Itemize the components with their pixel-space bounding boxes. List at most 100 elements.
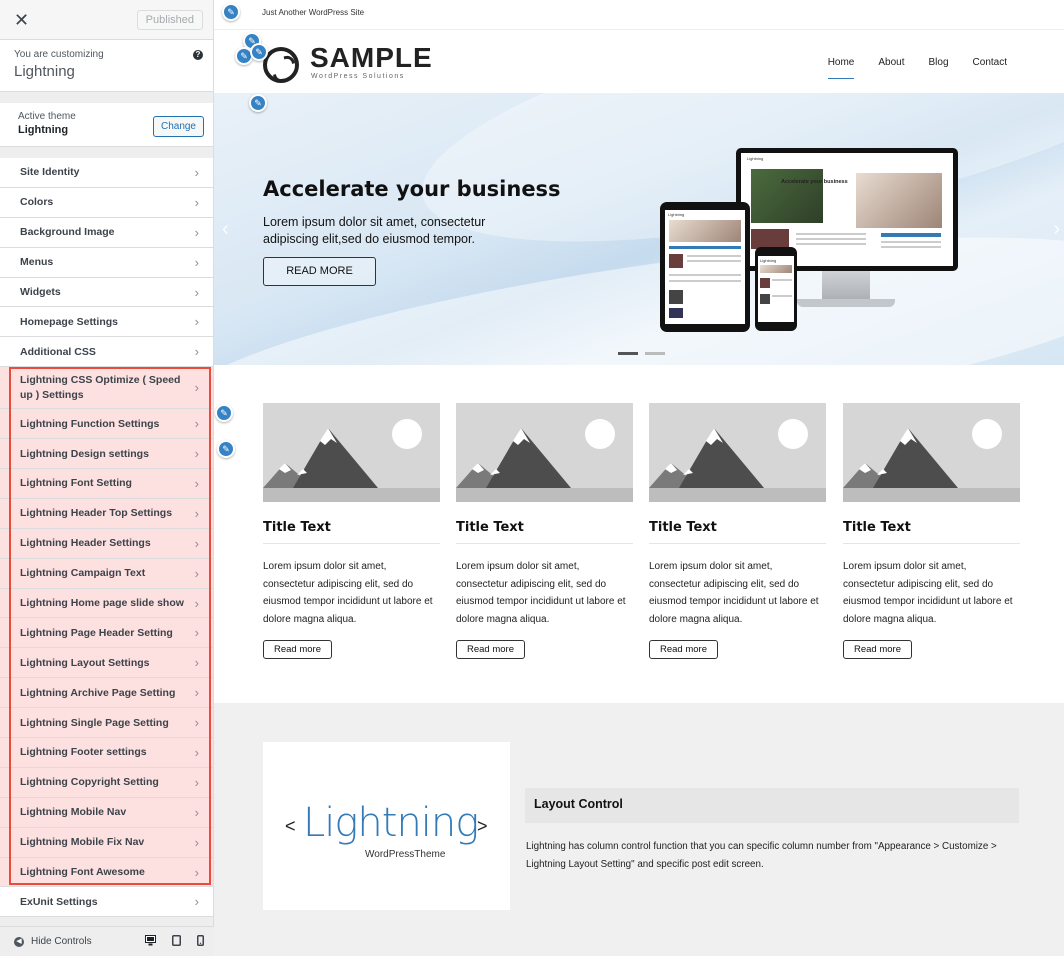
sidebar-panel-item[interactable]: Lightning Mobile Fix Nav › xyxy=(0,827,213,858)
sidebar-panel-label: Lightning Archive Page Setting xyxy=(20,686,176,699)
sidebar-panel-item[interactable]: Homepage Settings › xyxy=(0,307,213,338)
sidebar-panel-item[interactable]: Lightning Single Page Setting › xyxy=(0,708,213,739)
content-card: Title Text Lorem ipsum dolor sit amet, co… xyxy=(263,403,440,659)
customizing-theme: Lightning xyxy=(14,63,75,80)
lightning-logo-sub: WordPressTheme xyxy=(365,849,446,860)
slider-next-icon[interactable]: › xyxy=(1053,218,1060,241)
sidebar-panel-label: Background Image xyxy=(20,226,115,239)
lightning-logo-box: < Lightning > WordPressTheme xyxy=(263,742,510,910)
hero-read-more-button[interactable]: READ MORE xyxy=(263,257,376,286)
sidebar-panel-label: Lightning Header Top Settings xyxy=(20,507,173,520)
card-text: Lorem ipsum dolor sit amet, consectetur … xyxy=(843,561,1013,625)
placeholder-image xyxy=(456,403,633,502)
sidebar-panel-label: Additional CSS xyxy=(20,345,96,358)
monitor-screen-header: Lightning xyxy=(747,156,764,161)
chevron-right-icon: › xyxy=(194,565,199,581)
content-card: Title Text Lorem ipsum dolor sit amet, co… xyxy=(456,403,633,659)
chevron-right-icon: › xyxy=(194,864,199,880)
chevron-right-icon: › xyxy=(194,535,199,551)
card-read-more-button[interactable]: Read more xyxy=(456,640,525,659)
edit-shortcut-icon[interactable]: ✎ xyxy=(222,3,240,21)
edit-shortcut-icon[interactable]: ✎ xyxy=(217,440,235,458)
sidebar-panel-item[interactable]: Widgets › xyxy=(0,277,213,308)
layout-control-section: < Lightning > WordPressTheme Layout Cont… xyxy=(214,703,1064,956)
card-text: Lorem ipsum dolor sit amet, consectetur … xyxy=(263,561,433,625)
sidebar-panel-label: Lightning Copyright Setting xyxy=(20,776,159,789)
slide-indicator-1[interactable] xyxy=(618,352,638,355)
sidebar-panel-item[interactable]: Lightning Mobile Nav › xyxy=(0,797,213,828)
chevron-right-icon: › xyxy=(194,625,199,641)
slide-indicator-2[interactable] xyxy=(645,352,665,355)
logo-text[interactable]: SAMPLE xyxy=(310,42,433,74)
content-card: Title Text Lorem ipsum dolor sit amet, co… xyxy=(649,403,826,659)
sidebar-panel-label: Lightning Header Settings xyxy=(20,537,151,550)
sidebar-panel-item[interactable]: Lightning Campaign Text › xyxy=(0,558,213,589)
sidebar-panel-item[interactable]: Site Identity › xyxy=(0,158,213,188)
slider-prev-icon[interactable]: ‹ xyxy=(222,218,229,241)
card-read-more-button[interactable]: Read more xyxy=(263,640,332,659)
sidebar-panel-item[interactable]: Lightning Header Top Settings › xyxy=(0,498,213,529)
sidebar-panel-item[interactable]: Additional CSS › xyxy=(0,337,213,368)
sidebar-panel-label: Menus xyxy=(20,256,54,269)
sidebar-panel-label: Lightning Font Awesome xyxy=(20,866,145,879)
sidebar-panel-item[interactable]: Lightning Header Settings › xyxy=(0,528,213,559)
chevron-right-icon: › xyxy=(194,505,199,521)
chevron-right-icon: › xyxy=(194,655,199,671)
sidebar-panel-label: Lightning Single Page Setting xyxy=(20,716,169,729)
edit-shortcut-icon[interactable]: ✎ xyxy=(215,404,233,422)
sidebar-panel-label: Lightning Layout Settings xyxy=(20,656,150,669)
sidebar-header: ✕ Published xyxy=(0,0,213,40)
tablet-preview-icon[interactable] xyxy=(172,934,181,949)
customizer-sidebar: ✕ Published You are customizing Lightnin… xyxy=(0,0,214,956)
card-read-more-button[interactable]: Read more xyxy=(843,640,912,659)
edit-shortcut-icon[interactable]: ✎ xyxy=(249,94,267,112)
chevron-right-icon: › xyxy=(194,595,199,611)
sidebar-panel-item[interactable]: Lightning Archive Page Setting › xyxy=(0,678,213,709)
site-tagline: Just Another WordPress Site xyxy=(214,0,1064,30)
hide-controls-button[interactable]: Hide Controls xyxy=(31,936,92,947)
desktop-preview-icon[interactable] xyxy=(145,934,156,949)
sidebar-panel-item[interactable]: Lightning Layout Settings › xyxy=(0,648,213,679)
sidebar-panel-item[interactable]: Lightning Function Settings › xyxy=(0,409,213,440)
sidebar-panel-item[interactable]: Lightning Home page slide show › xyxy=(0,588,213,619)
lightning-logo-word: Lightning xyxy=(303,800,479,846)
sidebar-panel-item[interactable]: Lightning Design settings › xyxy=(0,439,213,470)
nav-item-contact[interactable]: Contact xyxy=(973,57,1007,79)
card-read-more-button[interactable]: Read more xyxy=(649,640,718,659)
sidebar-panel-item[interactable]: Lightning Font Awesome › xyxy=(0,857,213,888)
monitor-screen-title: Accelerate your business xyxy=(781,179,848,185)
change-theme-button[interactable]: Change xyxy=(152,116,204,137)
card-text: Lorem ipsum dolor sit amet, consectetur … xyxy=(649,561,819,625)
collapse-icon[interactable]: ◀ xyxy=(14,936,24,947)
sidebar-panel-item[interactable]: Lightning CSS Optimize ( Speed up ) Sett… xyxy=(0,367,213,410)
sidebar-panel-item[interactable]: Lightning Copyright Setting › xyxy=(0,767,213,798)
sidebar-panel-label: Lightning Home page slide show xyxy=(20,597,184,610)
mobile-preview-icon[interactable] xyxy=(197,934,204,949)
nav-item-about[interactable]: About xyxy=(878,57,904,79)
layout-control-text: Lightning has column control function th… xyxy=(526,841,997,871)
placeholder-image xyxy=(649,403,826,502)
chevron-right-icon: › xyxy=(194,446,199,462)
sidebar-panel-item[interactable]: Lightning Font Setting › xyxy=(0,469,213,499)
sidebar-panel-list: Site Identity › Colors › Background Image › Me… xyxy=(0,158,213,918)
sidebar-panel-item[interactable]: Background Image › xyxy=(0,217,213,248)
help-icon[interactable]: ? xyxy=(193,50,203,60)
sidebar-panel-label: Lightning Design settings xyxy=(20,447,149,460)
logo-mark-icon[interactable] xyxy=(263,47,299,83)
nav-item-blog[interactable]: Blog xyxy=(929,57,949,79)
sidebar-panel-label: ExUnit Settings xyxy=(20,895,98,908)
chevron-right-icon: › xyxy=(194,284,199,300)
nav-item-home[interactable]: Home xyxy=(827,57,855,79)
sidebar-panel-item[interactable]: ExUnit Settings › xyxy=(0,887,213,918)
sidebar-panel-item[interactable]: Lightning Page Header Setting › xyxy=(0,618,213,649)
sidebar-panel-item[interactable]: Menus › xyxy=(0,247,213,278)
sidebar-panel-item[interactable]: Colors › xyxy=(0,187,213,218)
published-button[interactable]: Published xyxy=(136,9,203,30)
hero-title: Accelerate your business xyxy=(263,177,561,201)
sidebar-panel-item[interactable]: Lightning Footer settings › xyxy=(0,738,213,768)
chevron-right-icon: › xyxy=(194,685,199,701)
close-icon[interactable]: ✕ xyxy=(14,11,29,29)
card-title: Title Text xyxy=(263,520,440,544)
edit-shortcut-icon[interactable]: ✎ xyxy=(250,43,268,61)
sidebar-panel-label: Lightning Function Settings xyxy=(20,417,160,430)
